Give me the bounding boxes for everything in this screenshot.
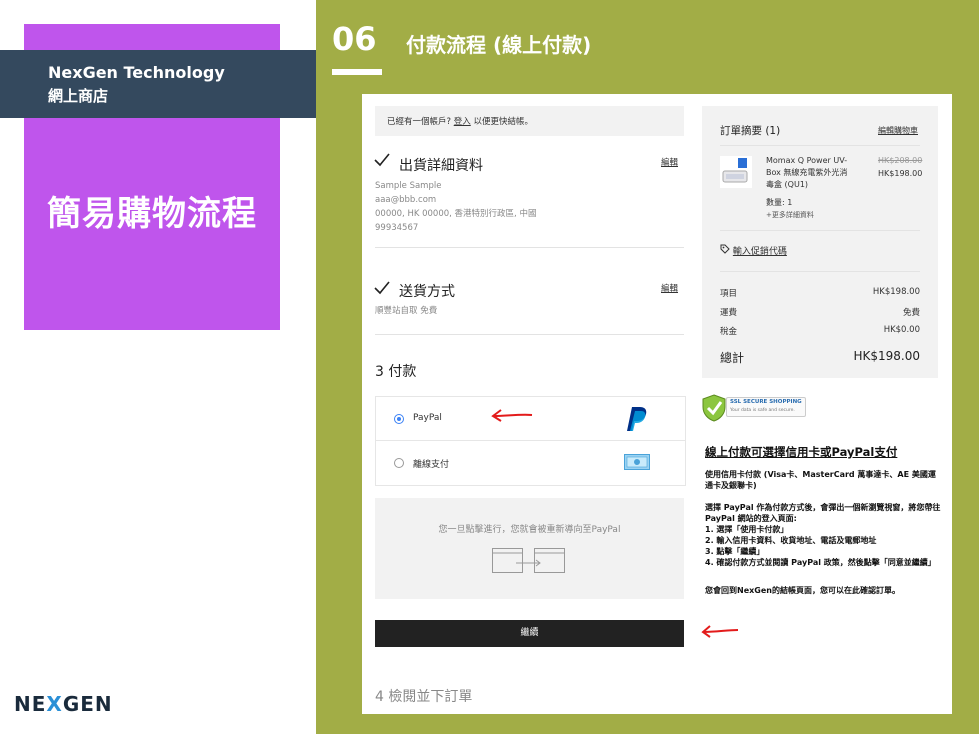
paypal-icon	[626, 406, 648, 436]
delivery-method: 順豐站自取 免費	[375, 306, 438, 316]
logo-x: X	[46, 692, 63, 716]
total-label: 總計	[720, 351, 745, 365]
product-more-link[interactable]: +更多詳細資料	[766, 210, 814, 220]
instructions-step: 2. 輸入信用卡資料、收貨地址、電話及電郵地址	[705, 536, 877, 545]
shipping-details-title: 出貨詳細資料	[399, 158, 483, 174]
divider	[375, 334, 684, 335]
summary-row-value: HK$0.00	[883, 325, 920, 335]
instructions-intro: 選擇 PayPal 作為付款方式後，會彈出一個新瀏覽視窗，將您帶往 PayPal…	[705, 503, 941, 523]
instructions-para2: 選擇 PayPal 作為付款方式後，會彈出一個新瀏覽視窗，將您帶往 PayPal…	[705, 502, 943, 568]
tag-icon	[720, 244, 730, 257]
promo-code-link[interactable]: 輸入促銷代碼	[720, 244, 787, 257]
logo-text-left: NE	[14, 692, 47, 716]
product-qty: 數量: 1	[766, 198, 793, 207]
divider	[375, 247, 684, 248]
shipping-details-body: Sample Sample aaa@bbb.com 00000, HK 0000…	[375, 179, 536, 235]
product-price: HK$198.00	[878, 169, 923, 178]
paypal-radio[interactable]	[394, 414, 404, 424]
shipping-edit-link[interactable]: 編輯	[661, 156, 678, 168]
step-title: 付款流程 (線上付款)	[406, 33, 592, 57]
check-icon	[374, 280, 390, 299]
divider	[720, 271, 920, 272]
shipping-address: 00000, HK 00000, 香港特別行政區, 中國	[375, 209, 537, 219]
product-thumbnail-icon	[720, 156, 752, 192]
promo-label: 輸入促銷代碼	[732, 247, 787, 257]
summary-row-value: 免費	[902, 308, 920, 318]
edit-cart-link[interactable]: 編輯購物車	[878, 125, 918, 136]
login-link[interactable]: 登入	[454, 117, 471, 127]
page-title: 簡易購物流程	[47, 194, 257, 234]
login-prompt-text: 已經有一個帳戶?	[387, 117, 452, 127]
instructions-title: 線上付款可選擇信用卡或PayPal支付	[705, 445, 898, 459]
order-summary: 訂單摘要 (1) 編輯購物車 Momax Q Power UV-Box 無線充電…	[702, 106, 938, 378]
order-summary-title: 訂單摘要 (1)	[720, 125, 781, 137]
redirect-window-icon	[492, 548, 566, 578]
instructions-step: 1. 選擇「使用卡付款」	[705, 525, 789, 534]
step-underline	[332, 69, 382, 75]
summary-row-value: HK$198.00	[872, 287, 920, 297]
cash-icon	[624, 454, 650, 474]
total-value: HK$198.00	[853, 349, 920, 363]
divider	[720, 230, 920, 231]
shield-icon	[702, 394, 726, 422]
company-name: NexGen Technology	[48, 63, 225, 82]
summary-row-label: 稅金	[720, 327, 738, 337]
product-name: Momax Q Power UV-Box 無線充電紫外光消毒盒 (QU1)	[766, 156, 848, 189]
payment-title: 3 付款	[375, 364, 417, 380]
shipping-phone: 99934567	[375, 223, 419, 233]
shipping-name: Sample Sample	[375, 181, 442, 191]
continue-button[interactable]: 繼續	[375, 620, 684, 647]
check-icon	[374, 152, 390, 171]
checkout-screenshot: 已經有一個帳戶? 登入 以便更快結帳。 出貨詳細資料 編輯 Sample Sam…	[362, 94, 952, 714]
review-step-title: 4 檢閱並下訂單	[375, 689, 473, 705]
ssl-title: SSL SECURE SHOPPING	[730, 399, 802, 405]
ssl-subtitle: Your data is safe and secure.	[730, 408, 795, 413]
delivery-title: 送貨方式	[399, 284, 455, 300]
ssl-label-box: SSL SECURE SHOPPING Your data is safe an…	[726, 397, 806, 417]
instructions-step: 3. 點擊「繼續」	[705, 547, 765, 556]
company-subtitle: 網上商店	[48, 87, 109, 105]
company-banner: NexGen Technology 網上商店	[0, 50, 316, 118]
shipping-email: aaa@bbb.com	[375, 195, 437, 205]
redirect-note: 您一旦點擊進行，您就會被重新導向至PayPal	[438, 525, 621, 535]
summary-row-label: 項目	[720, 289, 738, 299]
divider	[720, 145, 920, 146]
offline-label: 離線支付	[413, 460, 450, 470]
red-arrow-icon	[491, 409, 533, 422]
red-arrow-icon	[701, 625, 739, 638]
instructions-para3: 您會回到NexGen的結帳頁面，您可以在此確認訂單。	[705, 586, 900, 595]
delivery-edit-link[interactable]: 編輯	[661, 282, 678, 294]
payment-option-offline[interactable]: 離線支付	[375, 440, 686, 486]
summary-row-label: 運費	[720, 308, 738, 318]
login-prompt-bar: 已經有一個帳戶? 登入 以便更快結帳。	[375, 106, 684, 136]
step-number: 06	[332, 20, 377, 58]
nexgen-logo: NEXGEN	[14, 692, 113, 716]
paypal-redirect-box: 您一旦點擊進行，您就會被重新導向至PayPal	[375, 498, 684, 599]
login-suffix: 以便更快結帳。	[473, 117, 533, 127]
logo-text-right: GEN	[62, 692, 113, 716]
login-prompt: 已經有一個帳戶? 登入 以便更快結帳。	[387, 115, 533, 127]
product-original-price: HK$208.00	[878, 156, 923, 165]
offline-radio[interactable]	[394, 458, 404, 468]
instructions-step: 4. 確認付款方式並閱讀 PayPal 政策，然後點擊「同意並繼續」	[705, 558, 936, 567]
instructions-para1: 使用信用卡付款 (Visa卡、MasterCard 萬事達卡、AE 美國運通卡及…	[705, 470, 936, 490]
paypal-label: PayPal	[413, 413, 442, 423]
